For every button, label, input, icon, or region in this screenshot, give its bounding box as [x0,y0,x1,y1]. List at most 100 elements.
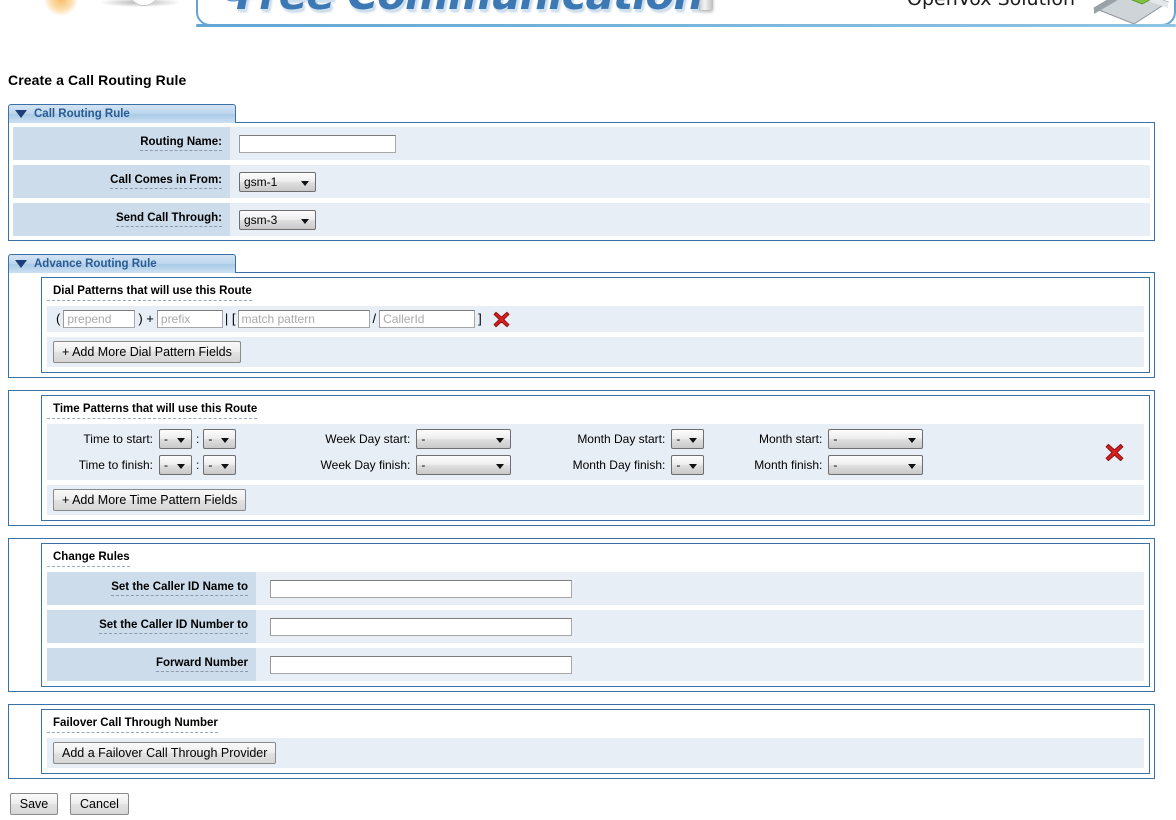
open-paren-label: ( [56,311,61,326]
time-patterns-panel-body: Time Patterns that will use this Route T… [8,390,1155,526]
advance-routing-rule-panel-header[interactable]: Advance Routing Rule [8,254,236,273]
send-call-through-label-cell: Send Call Through: [13,203,230,236]
send-call-through-field-cell: gsm-3 [230,209,1150,230]
month-start-select[interactable]: - [828,429,924,449]
delete-dial-pattern-icon[interactable] [493,311,510,328]
month-day-start-line: Month Day start: - [553,429,705,449]
week-day-finish-wrap: - [416,455,512,475]
caller-id-number-label-cell: Set the Caller ID Number to [47,610,256,643]
call-comes-in-from-select[interactable]: gsm-1 [239,171,316,192]
time-pattern-row: Time to start: - : - Time to finish: -:… [47,424,1144,480]
call-routing-rule-panel: Call Routing Rule Routing Name: Call Com… [0,104,1176,242]
failover-panel-body: Failover Call Through Number Add a Failo… [8,704,1155,779]
time-finish-minute-select[interactable]: - [203,455,237,475]
time-finish-hour-wrap: - [159,455,192,475]
cancel-button[interactable]: Cancel [70,793,129,815]
month-day-finish-select[interactable]: - [671,455,705,475]
month-finish-wrap: - [828,455,924,475]
week-day-column: Week Day start: - Week Day finish: - [298,429,512,475]
week-day-start-wrap: - [416,429,512,449]
month-day-finish-line: Month Day finish: - [553,455,705,475]
month-column: Month start: - Month finish: - [738,429,924,475]
time-start-minute-select[interactable]: - [203,429,237,449]
caller-id-name-label-cell: Set the Caller ID Name to [47,572,256,605]
routing-name-input[interactable] [239,134,396,153]
send-call-through-label: Send Call Through: [115,212,222,227]
callerid-input[interactable] [379,310,476,328]
time-column: Time to start: - : - Time to finish: -:… [53,429,237,475]
send-call-through-select-wrap: gsm-3 [239,209,316,230]
week-day-finish-label: Week Day finish: [320,458,411,472]
call-routing-rule-panel-title: Call Routing Rule [34,108,130,120]
site-banner: Free Communication OpenVox Solution [0,0,1176,33]
month-finish-select[interactable]: - [828,455,924,475]
time-finish-label: Time to finish: [78,458,153,472]
add-failover-provider-button[interactable]: Add a Failover Call Through Provider [53,742,277,764]
dial-patterns-actions: + Add More Dial Pattern Fields [47,337,1144,367]
forward-number-row: Forward Number [47,648,1144,681]
close-paren-plus-label: ) + [138,311,154,326]
advance-routing-rule-panel: Advance Routing Rule Dial Patterns that … [0,254,1176,780]
time-finish-colon: : [196,458,200,472]
month-finish-line: Month finish: - [738,455,924,475]
caller-id-number-input[interactable] [270,617,572,636]
month-start-line: Month start: - [738,429,924,449]
send-call-through-select[interactable]: gsm-3 [239,209,316,230]
forward-number-field-cell [256,655,1144,674]
time-patterns-actions: + Add More Time Pattern Fields [47,485,1144,515]
month-day-finish-label: Month Day finish: [572,458,666,472]
change-rules-panel-body: Change Rules Set the Caller ID Name to S… [8,538,1155,692]
time-finish-hour-select[interactable]: - [159,455,192,475]
banner-glow-decoration [44,0,78,16]
month-day-start-label: Month Day start: [577,432,666,446]
month-day-start-select[interactable]: - [671,429,705,449]
month-day-finish-wrap: - [671,455,705,475]
caller-id-name-row: Set the Caller ID Name to [47,572,1144,605]
caller-id-number-field-cell [256,617,1144,636]
dial-pattern-row: ( ) + | [ / ] [47,306,1144,332]
time-start-hour-select[interactable]: - [159,429,192,449]
delete-time-pattern-icon[interactable] [1105,443,1124,462]
time-start-minute-wrap: - [203,429,237,449]
call-comes-in-from-row: Call Comes in From: gsm-1 [13,165,1150,198]
dial-patterns-title: Dial Patterns that will use this Route [47,283,252,301]
forward-number-label-cell: Forward Number [47,648,256,681]
month-start-wrap: - [828,429,924,449]
change-rules-title: Change Rules [47,549,130,567]
time-finish-minute-wrap: - [203,455,237,475]
save-button[interactable]: Save [10,793,58,815]
close-bracket-label: ] [478,311,482,326]
dial-patterns-panel-body: Dial Patterns that will use this Route (… [8,272,1155,378]
week-day-start-label: Week Day start: [325,432,411,446]
call-comes-in-from-select-wrap: gsm-1 [239,171,316,192]
week-day-finish-select[interactable]: - [416,455,512,475]
month-start-label: Month start: [758,432,823,446]
failover-actions: Add a Failover Call Through Provider [47,738,1144,768]
forward-number-label: Forward Number [155,657,248,672]
call-routing-rule-panel-header[interactable]: Call Routing Rule [8,104,236,123]
chevron-down-icon [15,260,27,268]
time-start-label: Time to start: [83,432,153,446]
banner-title: Free Communication [236,0,703,19]
caller-id-name-label: Set the Caller ID Name to [111,581,248,596]
forward-number-input[interactable] [270,655,572,674]
chevron-down-icon [15,110,27,118]
time-pattern-grid: Time to start: - : - Time to finish: -:… [53,429,1138,475]
month-finish-label: Month finish: [754,458,823,472]
time-start-colon: : [196,432,200,446]
caller-id-name-input[interactable] [270,579,572,598]
time-start-line: Time to start: - : - [53,429,237,449]
banner-divider [196,24,1176,27]
time-patterns-fieldset: Time Patterns that will use this Route T… [41,395,1150,521]
prefix-input[interactable] [156,310,223,328]
failover-fieldset: Failover Call Through Number Add a Failo… [41,709,1150,774]
add-time-pattern-fields-button[interactable]: + Add More Time Pattern Fields [53,489,247,511]
dial-patterns-fieldset: Dial Patterns that will use this Route (… [41,277,1150,373]
prepend-input[interactable] [63,310,136,328]
add-dial-pattern-fields-button[interactable]: + Add More Dial Pattern Fields [53,341,241,363]
advance-routing-rule-panel-title: Advance Routing Rule [34,258,157,270]
routing-name-label: Routing Name: [140,136,222,151]
call-comes-in-from-label-cell: Call Comes in From: [13,165,230,198]
week-day-start-select[interactable]: - [416,429,512,449]
match-pattern-input[interactable] [237,310,370,328]
